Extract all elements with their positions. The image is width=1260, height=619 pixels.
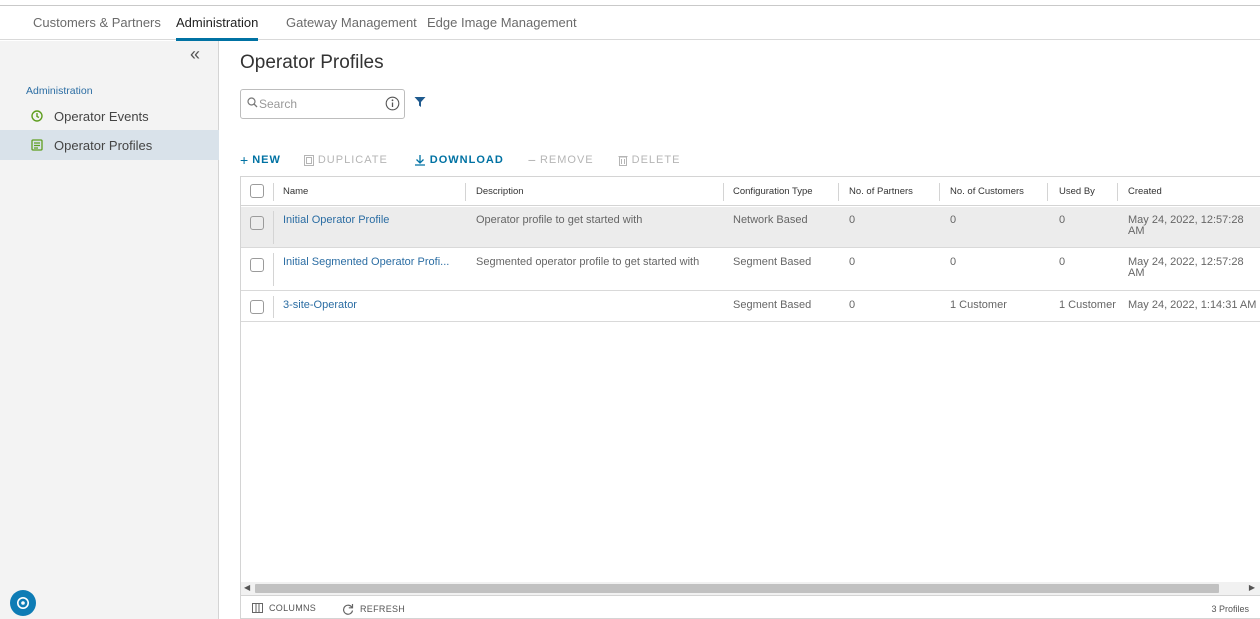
trash-icon [618, 155, 628, 166]
profile-config-type: Segment Based [733, 256, 812, 268]
minus-icon: − [527, 152, 536, 168]
row-checkbox[interactable] [250, 258, 264, 272]
column-header-name[interactable]: Name [283, 177, 308, 206]
profiles-table: Name Description Configuration Type No. … [240, 176, 1260, 619]
column-header-customers[interactable]: No. of Customers [950, 177, 1024, 206]
column-header-created[interactable]: Created [1128, 177, 1162, 206]
column-header-description[interactable]: Description [476, 177, 524, 206]
chat-icon [17, 597, 29, 609]
column-separator [838, 183, 839, 201]
row-separator [273, 253, 274, 286]
plus-icon: + [240, 152, 249, 168]
table-footer: COLUMNS REFRESH 3 Profiles [241, 595, 1260, 618]
duplicate-button-label: DUPLICATE [317, 154, 388, 166]
tab-administration[interactable]: Administration [176, 6, 259, 41]
column-header-partners[interactable]: No. of Partners [849, 177, 913, 206]
profile-partners-count: 0 [849, 256, 856, 268]
column-separator [273, 183, 274, 201]
row-checkbox[interactable] [250, 216, 264, 230]
profile-config-type: Segment Based [733, 299, 812, 311]
scrollbar-thumb[interactable] [255, 584, 1219, 593]
sidebar-item-label: Operator Events [54, 108, 149, 124]
table-header: Name Description Configuration Type No. … [241, 177, 1260, 206]
download-button-label: DOWNLOAD [429, 154, 504, 166]
horizontal-scrollbar[interactable]: ◀ ▶ [241, 582, 1260, 595]
download-button[interactable]: DOWNLOAD [414, 154, 504, 166]
refresh-button-label: REFRESH [360, 604, 406, 614]
profile-created: May 24, 2022, 1:14:31 AM [1128, 299, 1257, 311]
download-icon [414, 154, 426, 166]
profile-customers-count: 0 [950, 214, 957, 226]
columns-button-label: COLUMNS [269, 603, 317, 613]
events-icon [31, 110, 43, 122]
tab-edge-image-management[interactable]: Edge Image Management [427, 6, 577, 40]
info-icon[interactable] [385, 96, 400, 111]
profiles-count: 3 Profiles [1211, 604, 1249, 614]
table-row[interactable]: Initial Segmented Operator Profi... Segm… [241, 249, 1260, 291]
select-all-checkbox[interactable] [250, 184, 264, 198]
profile-name-link[interactable]: 3-site-Operator [283, 300, 357, 311]
profile-config-type: Network Based [733, 214, 808, 226]
tab-customers-partners[interactable]: Customers & Partners [33, 6, 161, 40]
profile-used-by: 0 [1059, 256, 1066, 268]
top-navigation: Customers & Partners Administration Gate… [0, 6, 1260, 41]
column-separator [939, 183, 940, 201]
profile-partners-count: 0 [849, 214, 856, 226]
columns-icon [252, 603, 263, 613]
refresh-icon [342, 603, 354, 615]
sidebar-item-operator-events[interactable]: Operator Events [0, 101, 219, 131]
help-chat-button[interactable] [10, 590, 36, 616]
sidebar-item-operator-profiles[interactable]: Operator Profiles [0, 130, 219, 160]
profile-description: Segmented operator profile to get starte… [476, 256, 700, 268]
columns-button[interactable]: COLUMNS [252, 603, 316, 613]
profiles-icon [31, 139, 43, 151]
remove-button[interactable]: − REMOVE [528, 152, 594, 168]
profile-name-link[interactable]: Initial Segmented Operator Profi... [283, 257, 449, 268]
scroll-right-icon[interactable]: ▶ [1249, 583, 1255, 592]
new-button-label: NEW [252, 154, 281, 166]
grid-toolbar: + NEW DUPLICATE DOWNLOAD − REMOVE DELETE [240, 152, 680, 168]
search-input[interactable] [241, 91, 381, 117]
profile-customers-count: 1 Customer [950, 299, 1007, 311]
search-box [240, 89, 405, 119]
column-header-used-by[interactable]: Used By [1059, 177, 1095, 206]
table-row[interactable]: 3-site-Operator Segment Based 0 1 Custom… [241, 292, 1260, 322]
duplicate-icon [303, 154, 314, 166]
profile-partners-count: 0 [849, 299, 856, 311]
search-icon [247, 97, 258, 108]
profile-customers-count: 0 [950, 256, 957, 268]
delete-button[interactable]: DELETE [618, 154, 681, 166]
column-separator [1117, 183, 1118, 201]
profile-created: May 24, 2022, 12:57:28 AM [1128, 256, 1244, 279]
new-button[interactable]: + NEW [240, 152, 281, 168]
profile-description: Operator profile to get started with [476, 214, 643, 226]
tab-gateway-management[interactable]: Gateway Management [286, 6, 417, 40]
page-title: Operator Profiles [240, 52, 384, 73]
row-separator [273, 211, 274, 244]
sidebar-heading: Administration [26, 85, 93, 97]
row-separator [273, 296, 274, 318]
column-separator [465, 183, 466, 201]
table-row[interactable]: Initial Operator Profile Operator profil… [241, 207, 1260, 248]
profile-used-by: 0 [1059, 214, 1066, 226]
column-separator [1047, 183, 1048, 201]
column-header-configuration-type[interactable]: Configuration Type [733, 177, 813, 206]
profile-created: May 24, 2022, 12:57:28 AM [1128, 214, 1244, 237]
profile-used-by: 1 Customer [1059, 299, 1116, 311]
duplicate-button[interactable]: DUPLICATE [303, 154, 388, 166]
delete-button-label: DELETE [631, 154, 681, 166]
double-chevron-left-icon[interactable]: « [190, 45, 200, 63]
profile-name-link[interactable]: Initial Operator Profile [283, 215, 389, 226]
sidebar: « Administration Operator Events Operato… [0, 41, 219, 619]
refresh-button[interactable]: REFRESH [342, 603, 405, 615]
remove-button-label: REMOVE [539, 154, 594, 166]
scroll-left-icon[interactable]: ◀ [244, 583, 250, 592]
row-checkbox[interactable] [250, 300, 264, 314]
filter-icon[interactable] [414, 96, 426, 108]
column-separator [723, 183, 724, 201]
sidebar-item-label: Operator Profiles [54, 137, 153, 153]
